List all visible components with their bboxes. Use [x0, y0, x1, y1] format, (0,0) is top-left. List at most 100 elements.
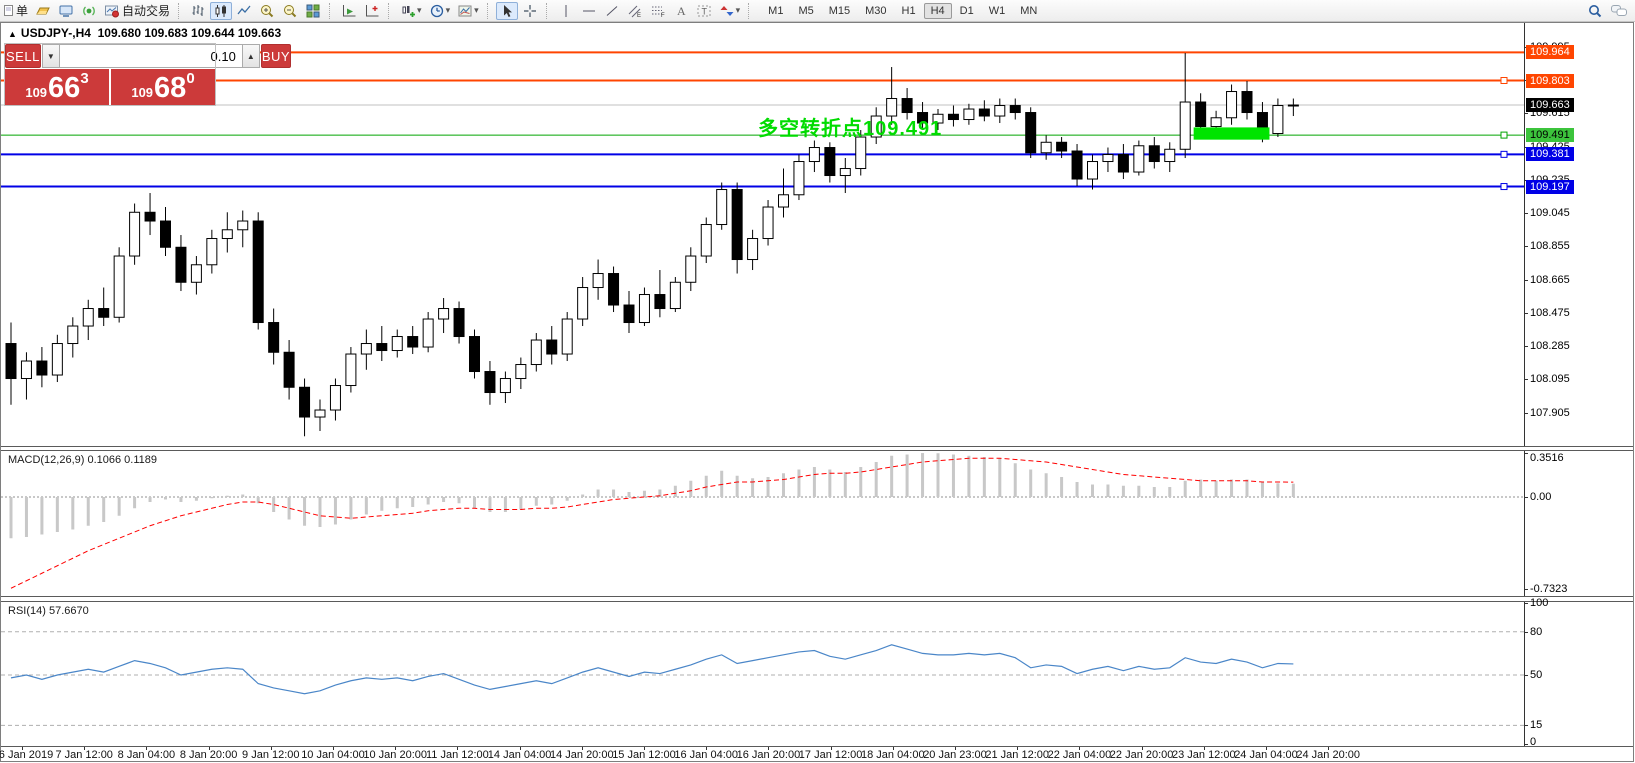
sell-price-sup: 3 [80, 70, 88, 87]
timeframe-m15[interactable]: M15 [822, 3, 857, 19]
time-axis-label: 9 Jan 12:00 [242, 749, 300, 761]
collapse-arrow-icon[interactable]: ▲ [8, 29, 17, 39]
timeframe-h1[interactable]: H1 [895, 3, 923, 19]
time-axis-label: 10 Jan 04:00 [301, 749, 365, 761]
sell-price-display[interactable]: 109 66 3 [5, 69, 109, 105]
timeframe-mn[interactable]: MN [1013, 3, 1044, 19]
price-axis-label: 108.475 [1530, 307, 1570, 319]
candle-body [253, 221, 263, 323]
templates-button[interactable]: ▾ [454, 2, 482, 20]
arrows-tool-button[interactable]: ▾ [716, 2, 744, 20]
macd-histogram-bar [906, 455, 909, 498]
candle-body [454, 309, 464, 337]
broadcast-icon[interactable] [78, 2, 100, 20]
macd-histogram-bar [952, 455, 955, 498]
new-order-button[interactable]: 单 [1, 2, 31, 20]
chat-icon[interactable] [1607, 2, 1631, 20]
macd-histogram-bar [365, 497, 368, 515]
autotrading-button[interactable]: 自动交易 [101, 2, 173, 20]
auto-scroll-icon[interactable] [338, 2, 360, 20]
equidistant-channel-tool-icon[interactable]: E [624, 2, 646, 20]
macd-signal-line [11, 458, 1293, 588]
panel-splitter[interactable] [1, 601, 1633, 602]
price-axis-tick [1524, 213, 1528, 214]
fibonacci-tool-icon[interactable]: F [647, 2, 669, 20]
macd-histogram-bar [411, 497, 414, 507]
trendline-tool-icon[interactable] [601, 2, 623, 20]
candle-body [1242, 92, 1252, 113]
volume-decrease-button[interactable]: ▼ [43, 45, 60, 67]
candlestick-chart-icon[interactable] [210, 2, 232, 20]
buy-price-display[interactable]: 109 68 0 [111, 69, 215, 105]
time-axis-label: 22 Jan 20:00 [1110, 749, 1174, 761]
buy-price-big: 68 [154, 74, 186, 103]
time-axis-label: 16 Jan 04:00 [674, 749, 738, 761]
chart-shift-icon[interactable] [361, 2, 383, 20]
timeframe-m1[interactable]: M1 [761, 3, 790, 19]
zoom-in-icon[interactable] [256, 2, 278, 20]
metaeditor-icon[interactable] [55, 2, 77, 20]
text-tool-icon[interactable]: A [670, 2, 692, 20]
candle-body [1010, 106, 1020, 113]
horizontal-line-tool-icon[interactable] [578, 2, 600, 20]
cursor-icon[interactable] [496, 2, 518, 20]
tile-windows-icon[interactable] [302, 2, 324, 20]
candle-body [979, 109, 989, 116]
search-icon[interactable] [1584, 2, 1606, 20]
crosshair-icon[interactable] [519, 2, 541, 20]
line-handle[interactable] [1501, 78, 1507, 84]
macd-histogram-bar [71, 497, 74, 530]
candle-body [500, 379, 510, 393]
new-chart-button[interactable]: ▾ [397, 2, 425, 20]
text-label-tool-icon[interactable]: T [693, 2, 715, 20]
line-handle[interactable] [1501, 151, 1507, 157]
support-zone-highlight[interactable] [1194, 127, 1270, 139]
autotrading-label: 自动交易 [122, 2, 170, 19]
volume-increase-button[interactable]: ▲ [242, 45, 259, 67]
periods-button[interactable]: ▾ [426, 2, 454, 20]
chart-annotation-text[interactable]: 多空转折点109.491 [758, 112, 942, 141]
timeframe-m30[interactable]: M30 [858, 3, 893, 19]
macd-histogram-bar [921, 453, 924, 497]
candle-body [701, 225, 711, 257]
candle-body [207, 239, 217, 265]
candle-body [52, 344, 62, 376]
application-window: 单 自动交易 [0, 0, 1635, 763]
volume-input[interactable] [60, 45, 242, 67]
price-axis-label: 108.285 [1530, 340, 1570, 352]
toolbar-separator [748, 3, 753, 19]
buy-button[interactable]: BUY [261, 44, 291, 68]
vertical-line-tool-icon[interactable] [555, 2, 577, 20]
macd-histogram-bar [875, 462, 878, 497]
macd-histogram-bar [736, 476, 739, 497]
bar-chart-icon[interactable] [187, 2, 209, 20]
candle-body [902, 99, 912, 113]
panel-splitter[interactable] [1, 596, 1633, 597]
zoom-out-icon[interactable] [279, 2, 301, 20]
gold-bar-icon[interactable] [32, 2, 54, 20]
autotrading-icon [104, 3, 120, 19]
macd-histogram-bar [1106, 485, 1109, 498]
arrows-tool-icon [719, 3, 735, 19]
line-handle[interactable] [1501, 132, 1507, 138]
line-handle[interactable] [1501, 184, 1507, 190]
time-axis-label: 24 Jan 04:00 [1234, 749, 1298, 761]
candle-body [315, 410, 325, 417]
candle-body [161, 221, 171, 247]
line-chart-icon[interactable] [233, 2, 255, 20]
rsi-axis-label: 100 [1530, 597, 1548, 609]
macd-histogram-bar [674, 486, 677, 497]
timeframe-w1[interactable]: W1 [982, 3, 1013, 19]
timeframe-m5[interactable]: M5 [791, 3, 820, 19]
macd-histogram-bar [349, 497, 352, 520]
sell-button[interactable]: SELL [5, 44, 41, 68]
panel-splitter[interactable] [1, 450, 1633, 451]
macd-histogram-bar [967, 456, 970, 497]
macd-histogram-bar [937, 453, 940, 497]
timeframe-d1[interactable]: D1 [953, 3, 981, 19]
timeframe-h4[interactable]: H4 [924, 3, 952, 19]
candle-body [948, 114, 958, 119]
candle-body [779, 195, 789, 207]
panel-splitter[interactable] [1, 446, 1633, 447]
rsi-plot [1, 602, 1524, 746]
